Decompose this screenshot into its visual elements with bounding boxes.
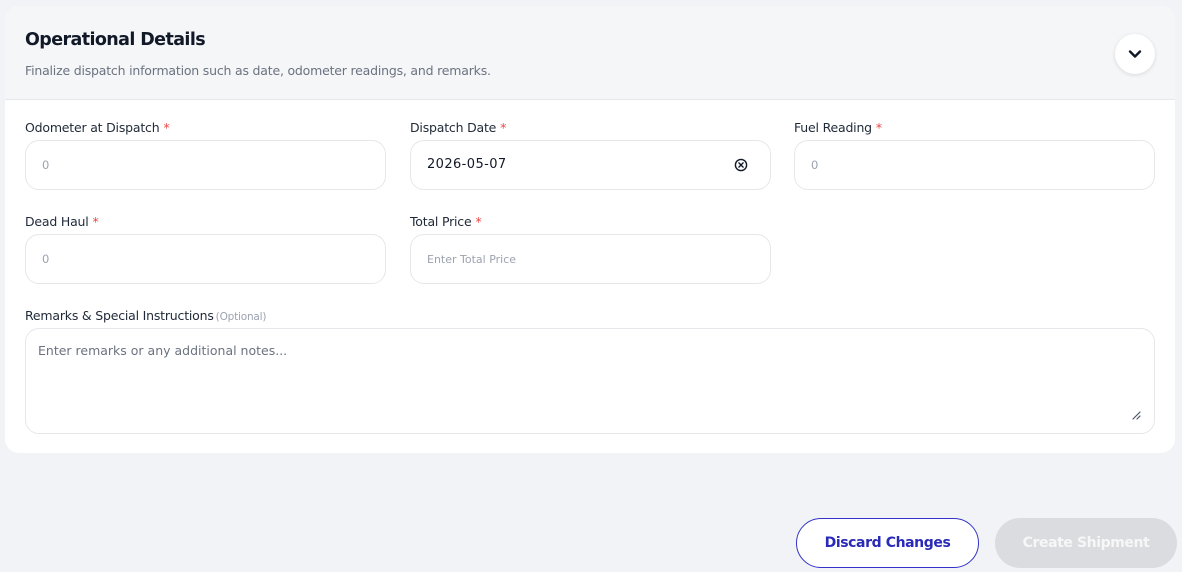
required-marker: * [92, 214, 99, 229]
odometer-label: Odometer at Dispatch * [25, 120, 170, 135]
fuel-reading-label: Fuel Reading * [794, 120, 882, 135]
total-price-input[interactable] [410, 234, 771, 284]
dispatch-date-label: Dispatch Date * [410, 120, 506, 135]
total-price-label-text: Total Price [410, 214, 472, 229]
section-title: Operational Details [25, 30, 206, 50]
fuel-reading-label-text: Fuel Reading [794, 120, 872, 135]
close-circle-icon[interactable] [734, 158, 748, 172]
remarks-label: Remarks & Special Instructions (Optional) [25, 308, 266, 323]
required-marker: * [475, 214, 482, 229]
operational-details-card: Operational Details Finalize dispatch in… [5, 6, 1175, 453]
dispatch-date-value: 2026-05-07 [427, 157, 507, 172]
discard-changes-button[interactable]: Discard Changes [796, 518, 979, 568]
odometer-input[interactable] [25, 140, 386, 190]
dispatch-date-label-text: Dispatch Date [410, 120, 497, 135]
create-shipment-button[interactable]: Create Shipment [995, 518, 1177, 568]
section-header[interactable]: Operational Details Finalize dispatch in… [5, 6, 1175, 100]
optional-marker: (Optional) [215, 311, 267, 323]
remarks-textarea[interactable] [25, 328, 1155, 434]
total-price-label: Total Price * [410, 214, 482, 229]
dispatch-date-input[interactable]: 2026-05-07 [410, 140, 771, 190]
required-marker: * [500, 120, 507, 135]
dead-haul-input[interactable] [25, 234, 386, 284]
resize-handle-icon[interactable] [1132, 411, 1141, 420]
required-marker: * [875, 120, 882, 135]
dead-haul-label: Dead Haul * [25, 214, 99, 229]
remarks-label-text: Remarks & Special Instructions [25, 308, 214, 323]
section-subtitle: Finalize dispatch information such as da… [25, 63, 491, 78]
fuel-reading-input[interactable] [794, 140, 1155, 190]
collapse-button[interactable] [1115, 34, 1155, 74]
odometer-label-text: Odometer at Dispatch [25, 120, 160, 135]
required-marker: * [163, 120, 170, 135]
dead-haul-label-text: Dead Haul [25, 214, 89, 229]
chevron-down-icon [1128, 50, 1142, 58]
